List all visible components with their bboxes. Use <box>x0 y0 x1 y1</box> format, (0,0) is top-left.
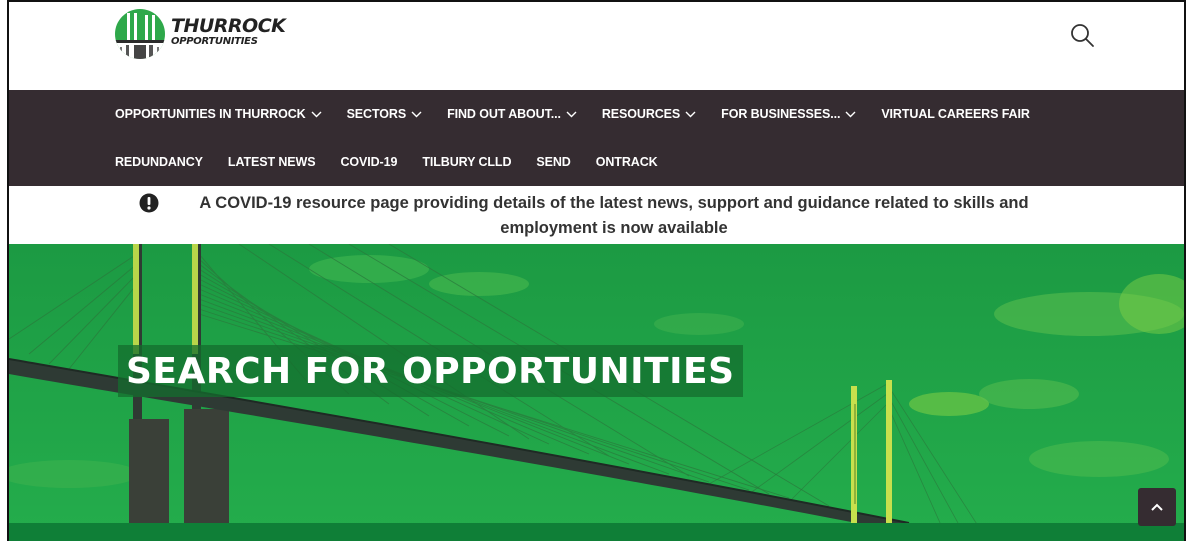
back-to-top-button[interactable] <box>1138 488 1176 526</box>
logo-line-1: THURROCK <box>171 15 286 37</box>
nav-item-label: SEND <box>536 155 571 169</box>
nav-row-secondary: REDUNDANCY LATEST NEWS COVID-19 TILBURY … <box>115 152 683 172</box>
nav-item-label: ONTRACK <box>595 155 658 169</box>
nav-item-label: LATEST NEWS <box>227 155 316 169</box>
exclamation-circle-icon <box>139 193 159 213</box>
hero-title-box: SEARCH FOR OPPORTUNITIES <box>118 345 743 397</box>
nav-row-primary: OPPORTUNITIES IN THURROCK SECTORS FIND O… <box>115 104 1055 124</box>
nav-item-label: REDUNDANCY <box>115 155 203 169</box>
nav-item-resources[interactable]: RESOURCES <box>602 107 696 121</box>
site-logo[interactable]: THURROCK OPPORTUNITIES <box>113 7 286 61</box>
nav-item-label: RESOURCES <box>601 107 681 121</box>
page-frame: THURROCK OPPORTUNITIES OPPORTUNITIES IN … <box>7 0 1186 541</box>
chevron-down-icon <box>311 111 322 117</box>
alert-message: A COVID-19 resource page providing detai… <box>199 194 1029 237</box>
main-navigation: OPPORTUNITIES IN THURROCK SECTORS FIND O… <box>9 90 1184 186</box>
nav-item-for-businesses[interactable]: FOR BUSINESSES... <box>721 107 856 121</box>
nav-item-opportunities[interactable]: OPPORTUNITIES IN THURROCK <box>115 107 322 121</box>
nav-item-label: FOR BUSINESSES... <box>721 107 841 121</box>
nav-item-sectors[interactable]: SECTORS <box>347 107 423 121</box>
logo-line-2: OPPORTUNITIES <box>171 36 258 47</box>
hero-banner: SEARCH FOR OPPORTUNITIES <box>9 244 1184 541</box>
nav-item-label: FIND OUT ABOUT... <box>447 107 561 121</box>
chevron-up-icon <box>1151 503 1163 511</box>
nav-item-virtual-careers-fair[interactable]: VIRTUAL CAREERS FAIR <box>881 107 1030 121</box>
chevron-down-icon <box>845 111 856 117</box>
hero-bottom-band <box>9 523 1184 541</box>
nav-item-label: TILBURY CLLD <box>422 155 512 169</box>
covid-alert-banner[interactable]: A COVID-19 resource page providing detai… <box>9 186 1184 244</box>
nav-item-label: SECTORS <box>346 107 407 121</box>
nav-item-redundancy[interactable]: REDUNDANCY <box>115 155 203 169</box>
nav-item-covid-19[interactable]: COVID-19 <box>340 155 397 169</box>
nav-item-label: OPPORTUNITIES IN THURROCK <box>115 107 306 121</box>
nav-item-find-out-about[interactable]: FIND OUT ABOUT... <box>447 107 577 121</box>
chevron-down-icon <box>566 111 577 117</box>
nav-item-latest-news[interactable]: LATEST NEWS <box>228 155 316 169</box>
nav-item-ontrack[interactable]: ONTRACK <box>596 155 658 169</box>
nav-item-label: VIRTUAL CAREERS FAIR <box>881 107 1030 121</box>
nav-item-label: COVID-19 <box>340 155 398 169</box>
nav-item-tilbury-clld[interactable]: TILBURY CLLD <box>422 155 511 169</box>
bridge-logo-icon <box>115 9 165 59</box>
nav-item-send[interactable]: SEND <box>536 155 570 169</box>
hero-title: SEARCH FOR OPPORTUNITIES <box>126 350 735 392</box>
chevron-down-icon <box>411 111 422 117</box>
search-icon[interactable] <box>1069 22 1095 48</box>
logo-wordmark: THURROCK OPPORTUNITIES <box>171 15 286 47</box>
site-header: THURROCK OPPORTUNITIES <box>9 2 1184 90</box>
chevron-down-icon <box>685 111 696 117</box>
